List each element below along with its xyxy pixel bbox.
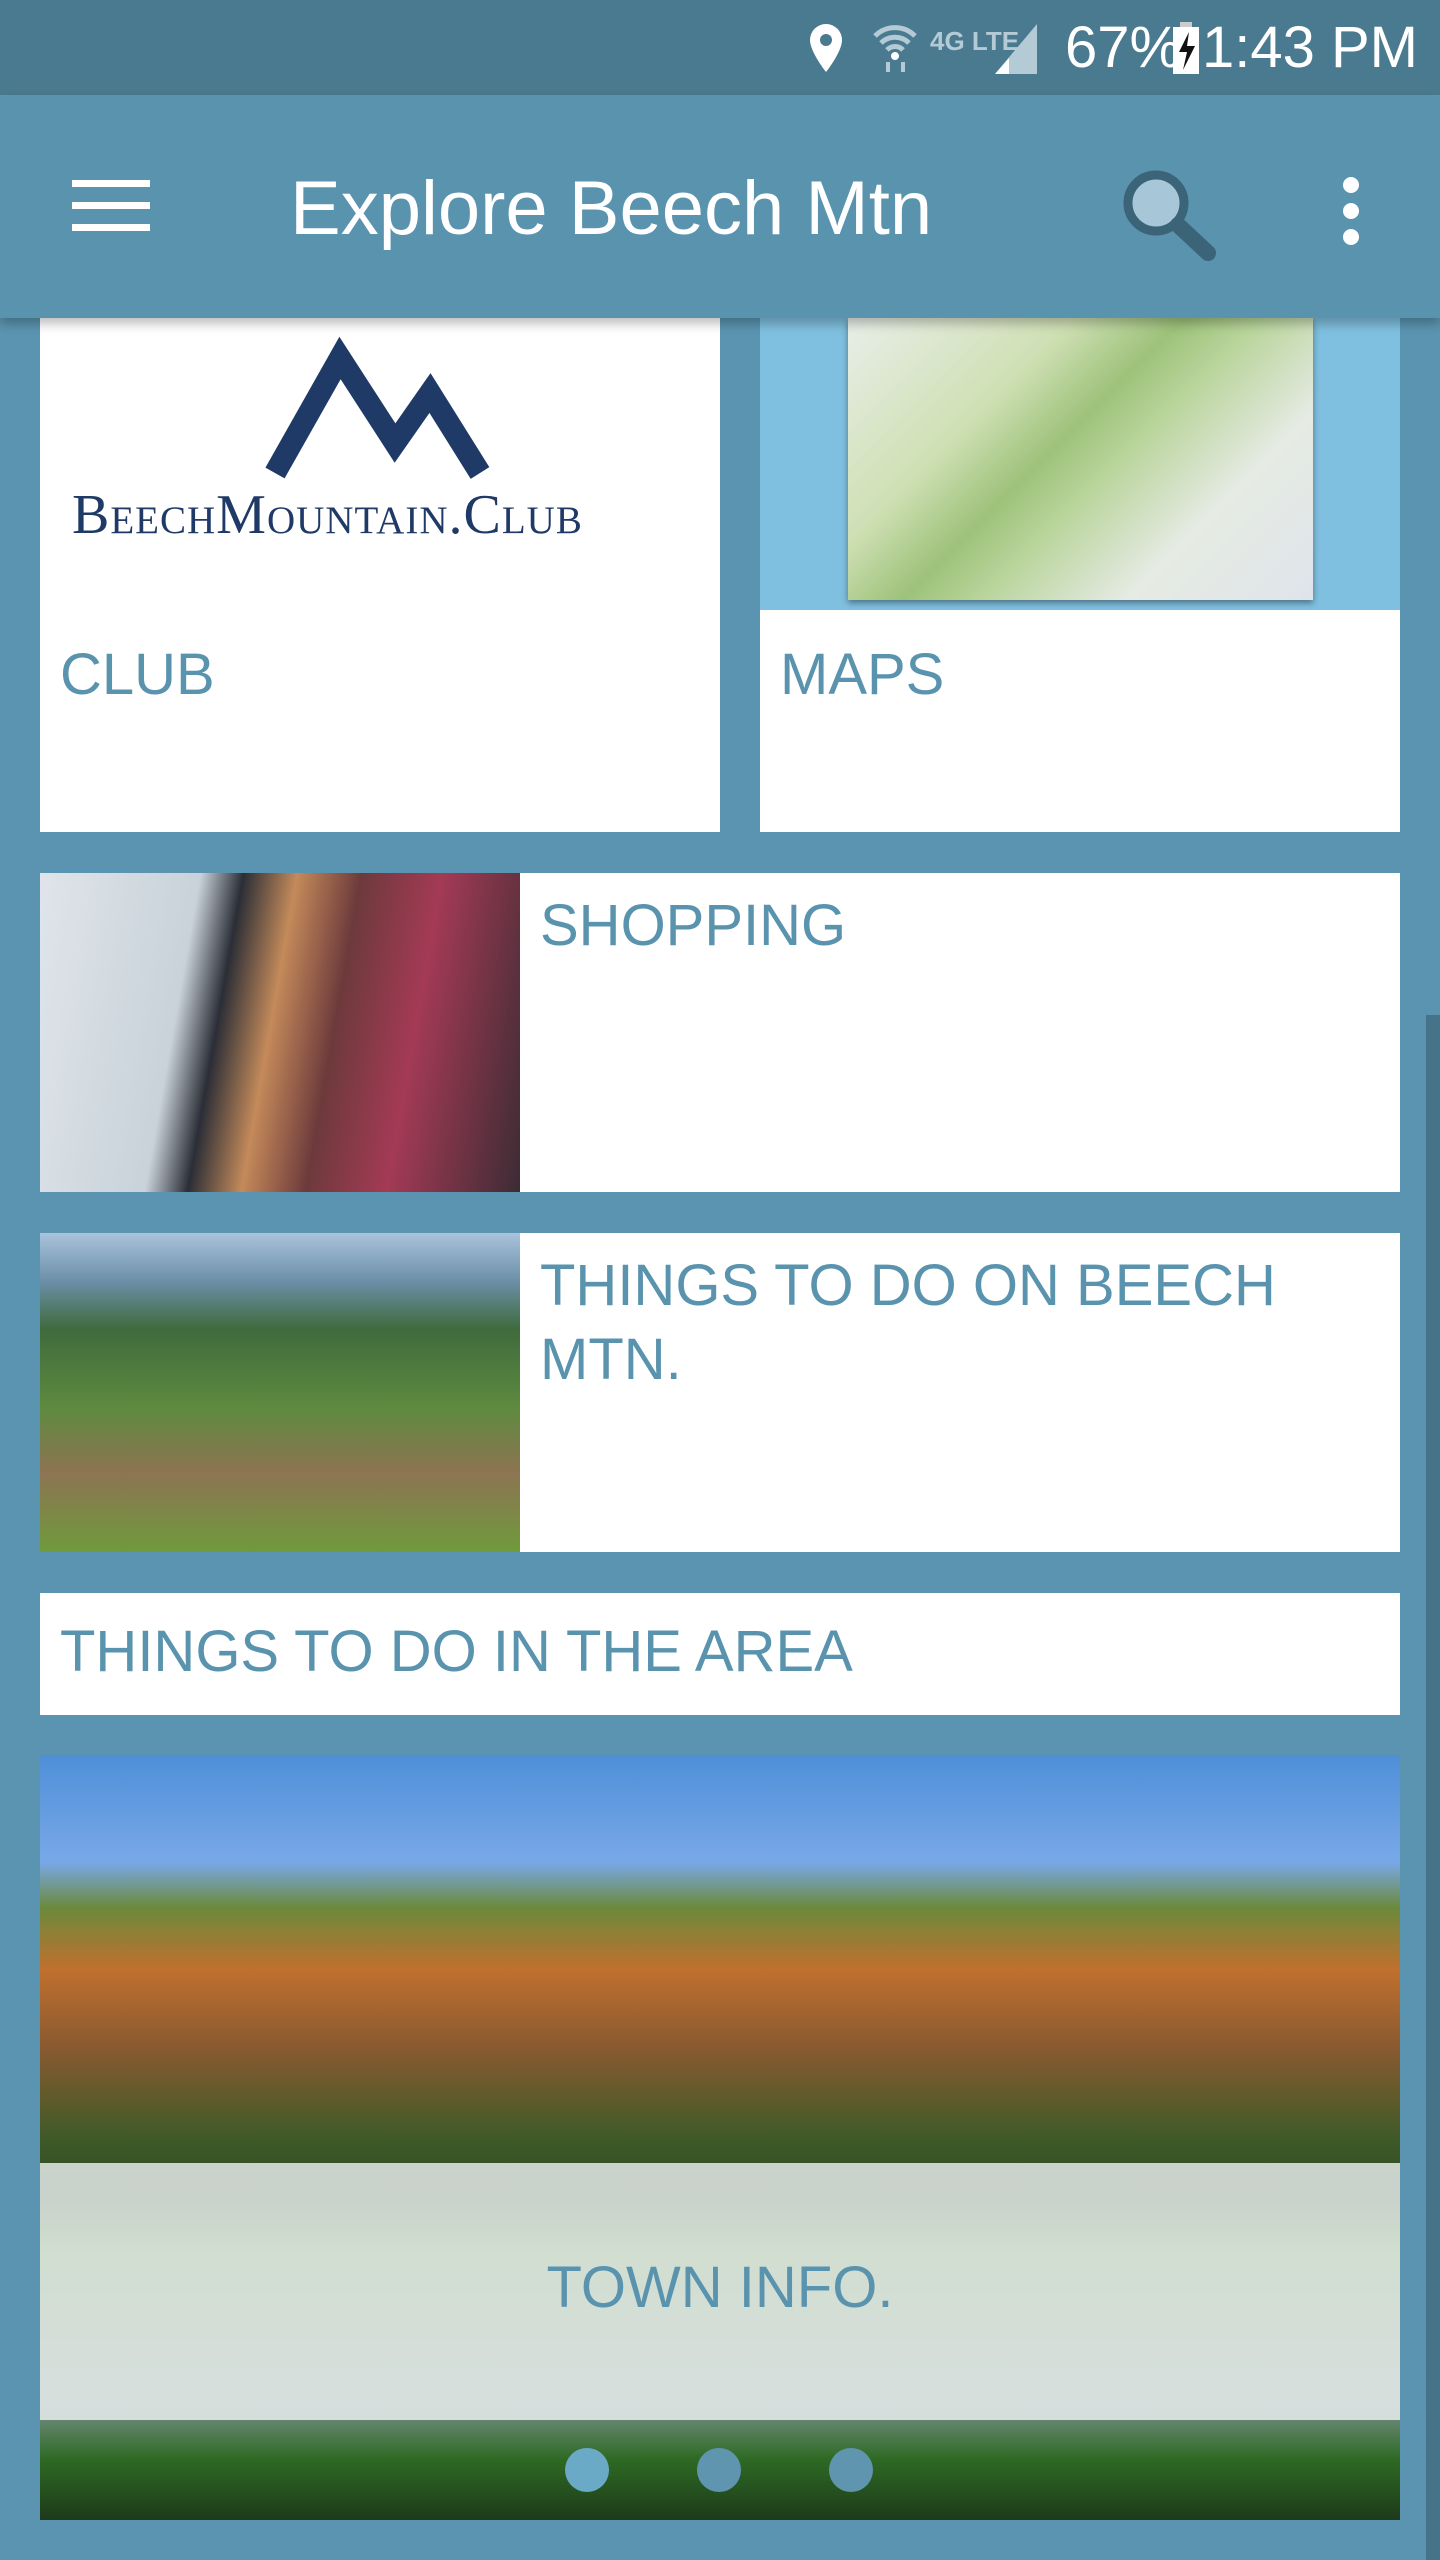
maps-tile[interactable]: MAPS <box>760 318 1400 832</box>
map-image <box>848 318 1313 600</box>
club-label: CLUB <box>60 642 215 707</box>
battery-percent: 67% <box>1065 15 1182 80</box>
app-bar: Explore Beech Mtn <box>0 95 1440 318</box>
clock: 1:43 PM <box>1202 15 1418 80</box>
maps-label: MAPS <box>780 642 945 707</box>
things-area-label: THINGS TO DO IN THE AREA <box>60 1619 853 1684</box>
club-logo-text: BeechMountain.Club <box>72 484 583 546</box>
battery-charging-icon <box>1173 22 1199 74</box>
app-title: Explore Beech Mtn <box>290 166 933 251</box>
biking-image <box>40 1233 520 1552</box>
location-icon <box>810 24 842 72</box>
club-logo-mountain <box>265 336 490 479</box>
town-info-label: TOWN INFO. <box>546 2255 894 2320</box>
town-info-overlay: TOWN INFO. <box>40 2163 1400 2420</box>
wifi-icon <box>873 25 917 72</box>
shopping-label: SHOPPING <box>540 893 847 958</box>
things-beech-label: THINGS TO DO ON BEECH MTN. <box>540 1253 1276 1392</box>
shopping-tile[interactable]: SHOPPING <box>40 873 1400 1192</box>
scrollbar[interactable] <box>1426 1015 1440 2560</box>
signal-icon <box>995 24 1037 74</box>
carousel-dot-3[interactable] <box>829 2448 873 2492</box>
status-bar: 4G LTE 67% 1:43 PM <box>0 0 1440 95</box>
town-info-carousel[interactable]: TOWN INFO. <box>40 1755 1400 2520</box>
carousel-dot-2[interactable] <box>697 2448 741 2492</box>
club-tile[interactable]: BeechMountain.Club CLUB <box>40 318 720 832</box>
more-vert-icon[interactable] <box>1336 175 1366 247</box>
carousel-dot-1[interactable] <box>565 2448 609 2492</box>
shopping-image <box>40 873 520 1192</box>
things-area-tile[interactable]: THINGS TO DO IN THE AREA <box>40 1593 1400 1715</box>
hamburger-icon[interactable] <box>72 180 150 232</box>
things-beech-tile[interactable]: THINGS TO DO ON BEECH MTN. <box>40 1233 1400 1552</box>
search-icon[interactable] <box>1118 165 1218 261</box>
